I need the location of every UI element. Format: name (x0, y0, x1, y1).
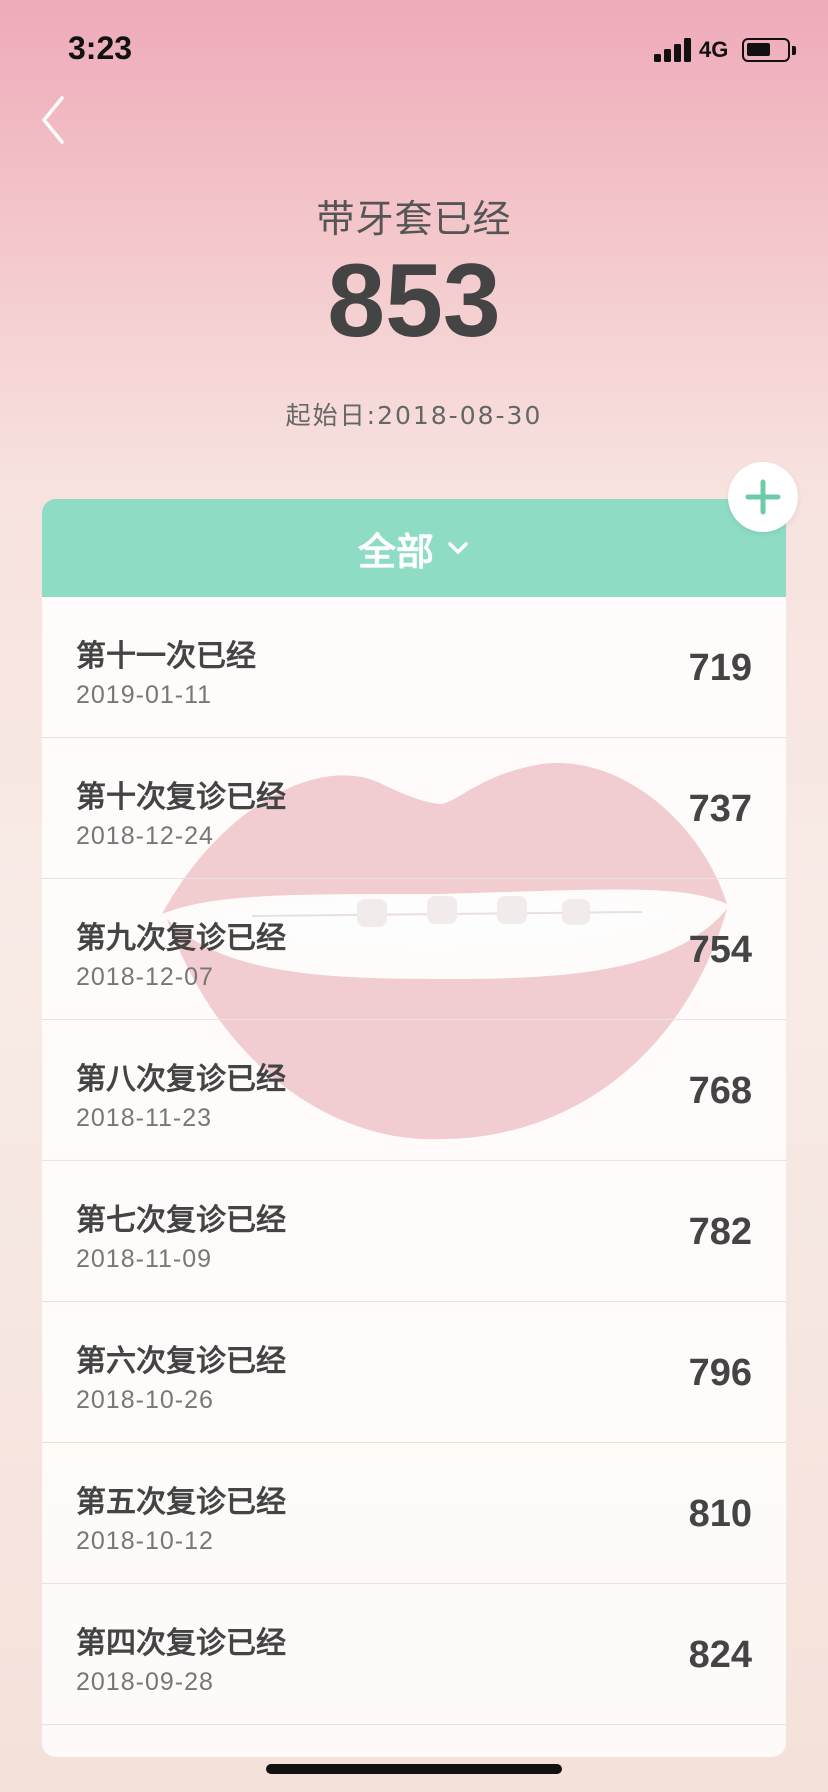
visit-date: 2019-01-11 (76, 681, 213, 709)
visit-days-count: 754 (688, 929, 752, 971)
network-type: 4G (699, 37, 729, 62)
visit-list-item[interactable]: 第十一次已经 2019-01-11 719 (42, 597, 786, 738)
visit-list-item[interactable]: 第八次复诊已经 2018-11-23 768 (42, 1020, 786, 1161)
start-date: 起始日:2018-08-30 (285, 401, 543, 430)
visit-date: 2018-10-12 (76, 1527, 214, 1555)
total-days-count: 853 (327, 243, 501, 359)
visit-title: 第九次复诊已经 (76, 921, 286, 956)
visit-date: 2018-11-09 (76, 1245, 213, 1273)
visit-title: 第五次复诊已经 (76, 1485, 286, 1520)
header-label: 带牙套已经 (316, 197, 512, 241)
visit-title: 第十一次已经 (76, 639, 256, 674)
visit-days-count: 719 (688, 647, 752, 689)
filter-label: 全部 (357, 529, 434, 574)
visit-list-item[interactable]: 第五次复诊已经 2018-10-12 810 (42, 1443, 786, 1584)
visit-date: 2018-12-07 (76, 963, 214, 991)
visit-list-item[interactable]: 第七次复诊已经 2018-11-09 782 (42, 1161, 786, 1302)
back-button[interactable] (36, 92, 76, 148)
visit-days-count: 782 (688, 1211, 752, 1253)
visit-days-count: 796 (688, 1352, 752, 1394)
visit-list-item[interactable]: 第十次复诊已经 2018-12-24 737 (42, 738, 786, 879)
chevron-down-icon (448, 542, 468, 554)
visit-date: 2018-09-28 (76, 1668, 214, 1696)
battery-cap (792, 46, 796, 55)
visit-list-item[interactable]: 第六次复诊已经 2018-10-26 796 (42, 1302, 786, 1443)
battery-icon (742, 38, 790, 62)
visit-title: 第七次复诊已经 (76, 1203, 286, 1238)
home-indicator[interactable] (266, 1764, 562, 1774)
filter-dropdown[interactable]: 全部 (42, 499, 786, 597)
visit-days-count: 737 (688, 788, 752, 830)
visit-date: 2018-10-26 (76, 1386, 214, 1414)
visit-date: 2018-12-24 (76, 822, 214, 850)
visit-title: 第八次复诊已经 (76, 1062, 286, 1097)
chevron-left-icon (42, 96, 64, 144)
visit-list-item[interactable]: 第九次复诊已经 2018-12-07 754 (42, 879, 786, 1020)
visit-days-count: 768 (688, 1070, 752, 1112)
add-button[interactable] (728, 462, 798, 532)
status-bar: 3:23 4G (0, 0, 828, 100)
visit-list: 第十一次已经 2019-01-11 719 第十次复诊已经 2018-12-24 737 第… (42, 597, 786, 1725)
visit-title: 第十次复诊已经 (76, 780, 286, 815)
visit-list-item[interactable]: 第四次复诊已经 2018-09-28 824 (42, 1584, 786, 1725)
visit-days-count: 810 (688, 1493, 752, 1535)
visit-title: 第六次复诊已经 (76, 1344, 286, 1379)
visit-days-count: 824 (688, 1634, 752, 1676)
plus-icon (745, 479, 781, 515)
visit-date: 2018-11-23 (76, 1104, 213, 1132)
cellular-signal-icon (654, 38, 692, 62)
visit-list-card: 全部 第十一次已经 2019-01-11 719 第十次复诊已经 2018-12-24 7… (42, 499, 786, 1757)
visit-title: 第四次复诊已经 (76, 1626, 286, 1661)
status-time: 3:23 (68, 30, 133, 66)
